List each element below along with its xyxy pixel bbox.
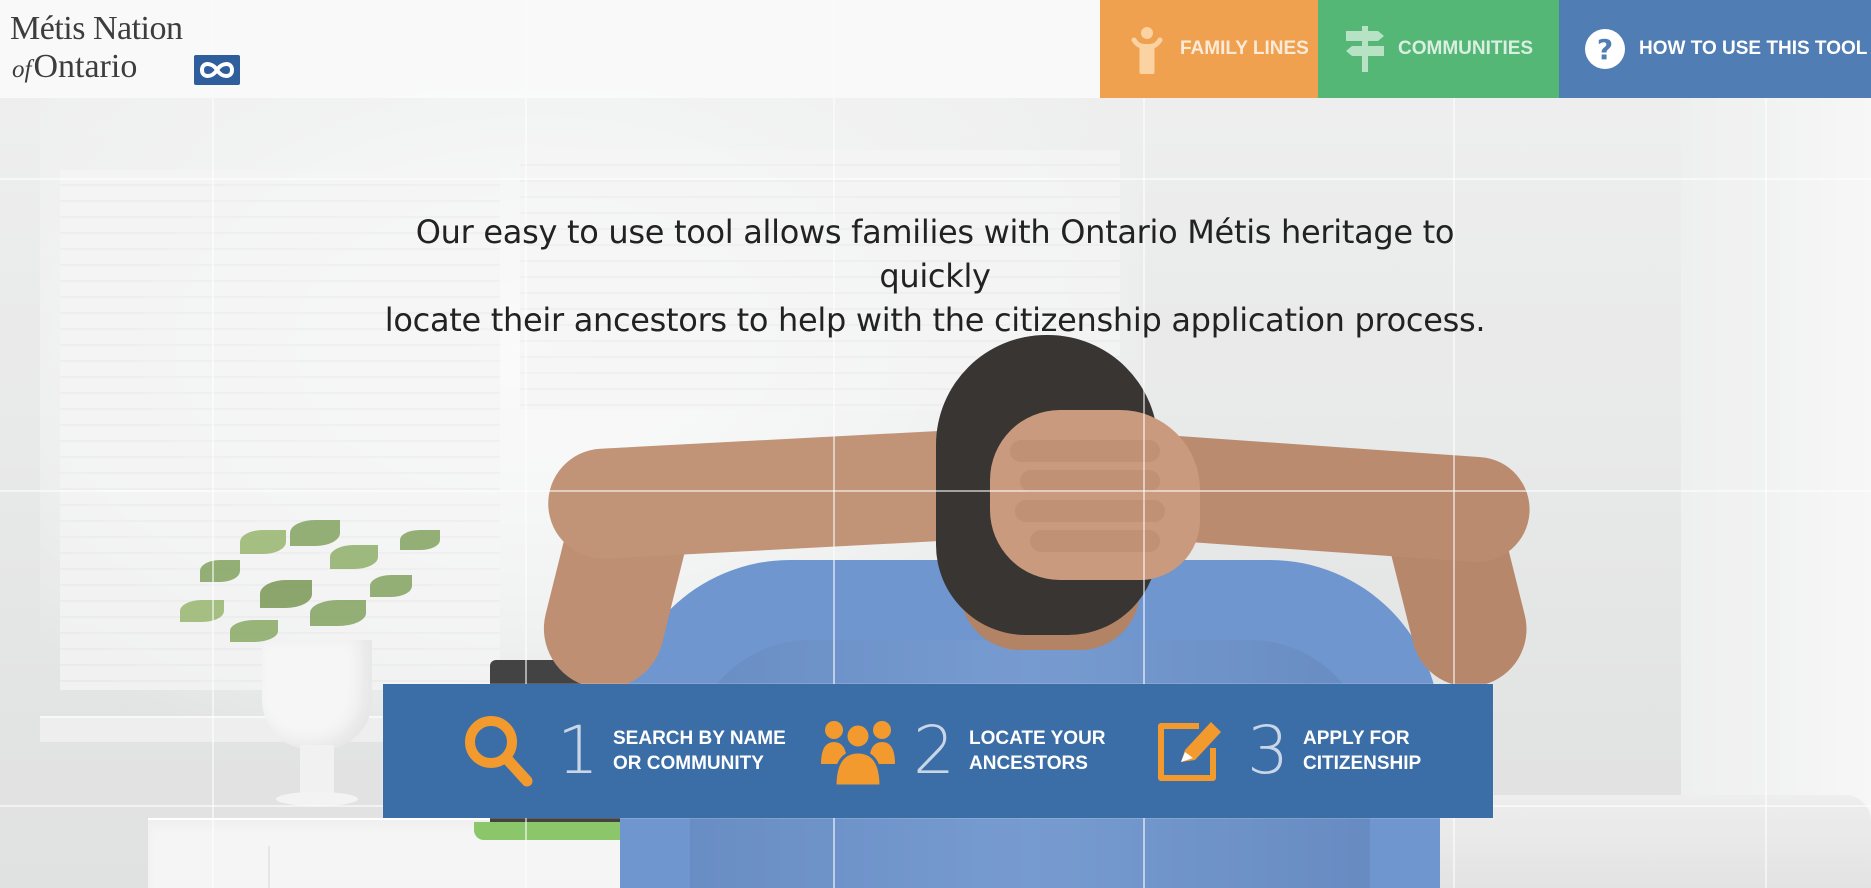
question-circle-icon: ? (1583, 24, 1629, 74)
nav-communities[interactable]: COMMUNITIES (1318, 0, 1559, 98)
step-apply[interactable]: 3 APPLY FOR CITIZENSHIP (1153, 684, 1421, 818)
people-group-icon (819, 714, 895, 788)
svg-text:?: ? (1597, 33, 1613, 66)
step-label-line1: LOCATE YOUR (969, 728, 1106, 749)
step-label: SEARCH BY NAME OR COMMUNITY (613, 726, 786, 776)
step-label: APPLY FOR CITIZENSHIP (1303, 726, 1421, 776)
step-label-line1: SEARCH BY NAME (613, 728, 786, 749)
signpost-icon (1342, 24, 1388, 74)
step-label-line2: CITIZENSHIP (1303, 753, 1422, 774)
logo-ontario: Ontario (33, 48, 138, 85)
nav-family-lines[interactable]: FAMILY LINES (1100, 0, 1318, 98)
intro-line-2: locate their ancestors to help with the … (384, 301, 1486, 339)
intro-line-1: Our easy to use tool allows families wit… (415, 213, 1455, 295)
step-label-line1: APPLY FOR (1303, 728, 1410, 749)
steps-bar: 1 SEARCH BY NAME OR COMMUNITY 2 LOCATE Y… (383, 684, 1493, 818)
step-number-3: 3 (1247, 712, 1289, 789)
infinity-icon (194, 55, 240, 85)
nav-how-to-use[interactable]: ? HOW TO USE THIS TOOL (1559, 0, 1871, 98)
logo-title: Métis Nation (10, 10, 183, 47)
step-locate[interactable]: 2 LOCATE YOUR ANCESTORS (819, 684, 1106, 818)
step-number-2: 2 (913, 712, 955, 789)
site-header: Métis Nation ofOntario FAMILY LINES COMM… (0, 0, 1871, 98)
intro-text: Our easy to use tool allows families wit… (360, 210, 1510, 342)
step-label: LOCATE YOUR ANCESTORS (969, 726, 1106, 776)
nav-communities-label: COMMUNITIES (1398, 38, 1534, 59)
edit-form-icon (1153, 714, 1225, 788)
metis-nation-logo[interactable]: Métis Nation ofOntario (10, 10, 250, 86)
search-icon (463, 714, 535, 788)
nav-family-lines-label: FAMILY LINES (1180, 38, 1309, 59)
step-search[interactable]: 1 SEARCH BY NAME OR COMMUNITY (463, 684, 786, 818)
logo-subtitle: ofOntario (12, 48, 137, 86)
nav-how-to-use-label: HOW TO USE THIS TOOL (1639, 38, 1868, 59)
step-label-line2: OR COMMUNITY (613, 753, 764, 774)
logo-of: of (12, 56, 32, 83)
person-icon (1124, 24, 1170, 75)
step-label-line2: ANCESTORS (969, 753, 1088, 774)
step-number-1: 1 (557, 712, 599, 789)
